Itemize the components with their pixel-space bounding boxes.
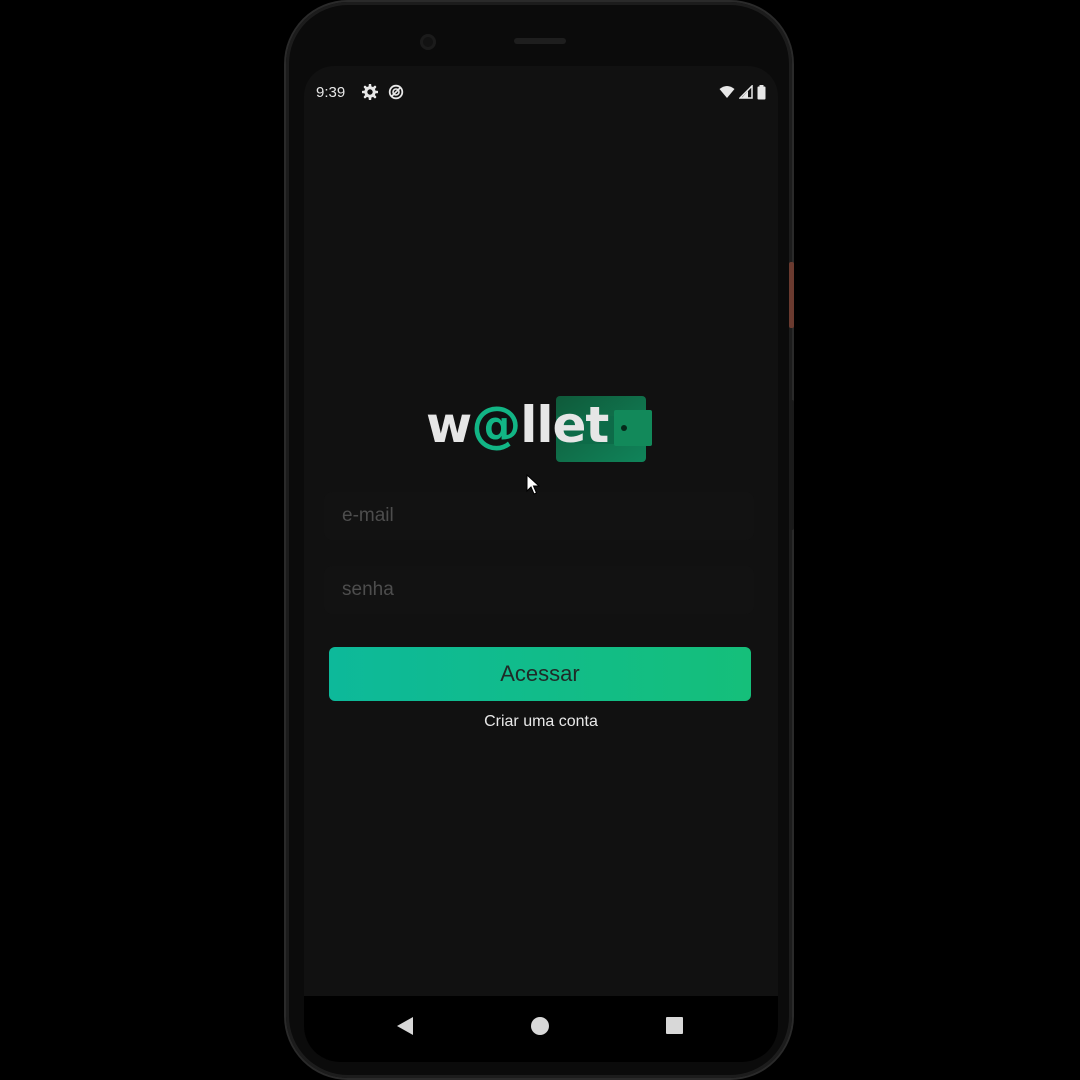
power-button[interactable] [789, 262, 794, 328]
mouse-cursor-icon [526, 474, 540, 495]
logo-wordmark: w@llet [426, 396, 609, 454]
wifi-icon [719, 86, 735, 98]
battery-icon [757, 84, 766, 99]
gear-icon [362, 84, 378, 100]
logo-text-llet: llet [520, 396, 609, 454]
email-field[interactable] [324, 492, 754, 540]
sync-icon [388, 84, 404, 100]
home-icon[interactable] [531, 1017, 549, 1035]
access-button[interactable]: Acessar [329, 647, 751, 701]
create-account-link[interactable]: Criar uma conta [304, 713, 778, 731]
earpiece-speaker [514, 38, 566, 44]
device-stage: 9:39 w@llet e-mail Acessar Criar uma con… [0, 0, 1080, 1080]
password-field[interactable] [324, 566, 754, 614]
signal-icon [739, 85, 753, 99]
access-button-label: Acessar [500, 661, 580, 686]
logo-text-w: w [426, 396, 472, 454]
wallet-logo: w@llet [426, 388, 656, 468]
logo-at-symbol: @ [471, 396, 521, 454]
recents-icon[interactable] [666, 1017, 683, 1034]
app-screen: 9:39 w@llet e-mail Acessar Criar uma con… [304, 66, 778, 1062]
front-camera [420, 34, 436, 50]
status-right-icons [719, 84, 766, 100]
status-bar: 9:39 [304, 66, 778, 118]
status-time: 9:39 [316, 84, 346, 101]
volume-button[interactable] [789, 400, 794, 530]
back-icon[interactable] [396, 1016, 414, 1036]
navigation-bar [304, 996, 778, 1062]
